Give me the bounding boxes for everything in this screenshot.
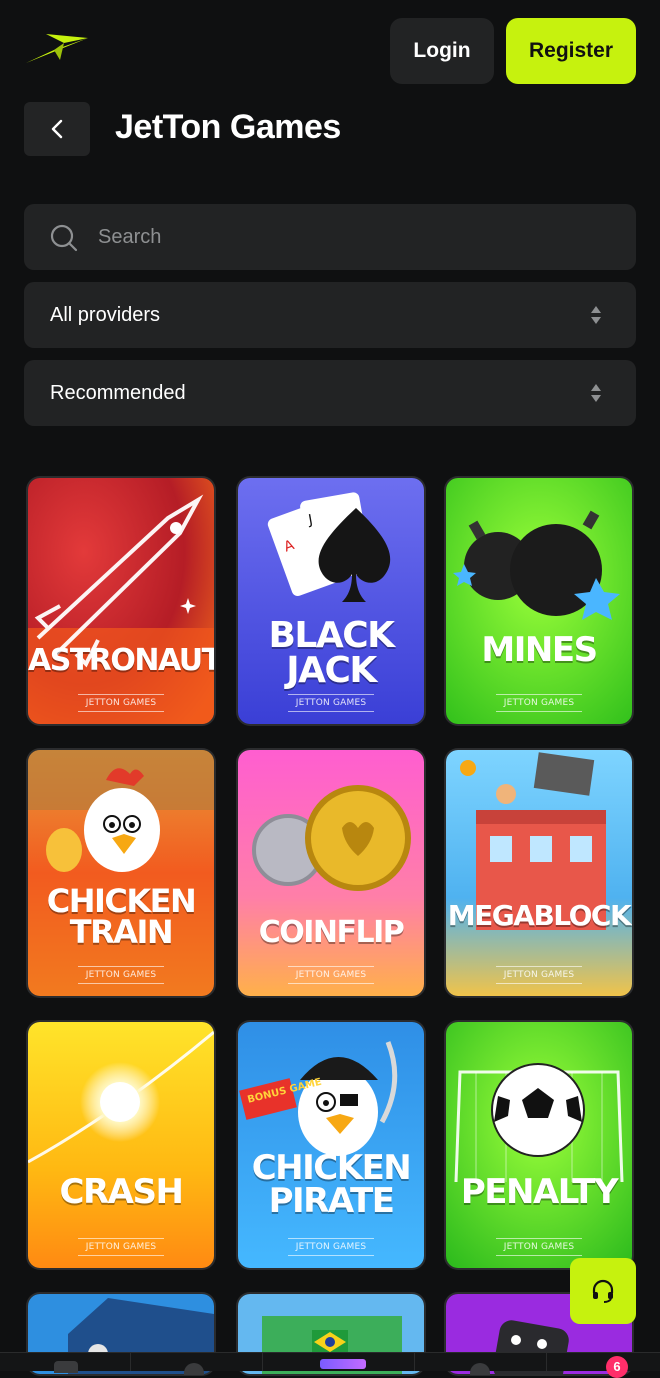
game-card-chicken-pirate[interactable]: BONUS GAME CHICKEN PIRATE JETTON GAMES xyxy=(238,1022,424,1268)
register-button[interactable]: Register xyxy=(506,18,636,84)
search-input[interactable]: Search xyxy=(24,204,636,270)
bottom-navigation xyxy=(0,1352,660,1375)
chevron-left-icon xyxy=(51,119,63,139)
game-card-megablock[interactable]: MEGABLOCK JETTON GAMES xyxy=(446,750,632,996)
chicken-pirate-game-artwork: BONUS GAME xyxy=(238,1022,424,1268)
headset-icon xyxy=(592,1279,614,1303)
game-title: COINFLIP xyxy=(258,915,405,950)
game-title: CHICKEN TRAIN xyxy=(46,882,197,952)
provider-label: JETTON GAMES xyxy=(496,694,582,712)
provider-select-value: All providers xyxy=(50,304,161,326)
game-title: BLACK JACK xyxy=(268,615,395,692)
game-title: PENALTY xyxy=(460,1172,619,1212)
notification-badge: 6 xyxy=(606,1356,628,1378)
provider-select[interactable]: All providers xyxy=(24,282,636,348)
astronaut-game-artwork xyxy=(28,478,214,724)
game-title: ASTRONAUT xyxy=(28,643,214,678)
provider-label: JETTON GAMES xyxy=(78,694,164,712)
game-card-crash[interactable]: CRASH JETTON GAMES xyxy=(28,1022,214,1268)
game-title: MEGABLOCK xyxy=(447,899,632,932)
search-icon xyxy=(50,224,78,252)
chicken-train-game-artwork xyxy=(28,750,214,996)
search-placeholder: Search xyxy=(98,226,162,248)
login-button[interactable]: Login xyxy=(390,18,494,84)
sort-select[interactable]: Recommended xyxy=(24,360,636,426)
nav-icon[interactable] xyxy=(184,1363,204,1375)
game-card-penalty[interactable]: PENALTY JETTON GAMES xyxy=(446,1022,632,1268)
sort-arrows-icon xyxy=(591,384,601,402)
provider-label: JETTON GAMES xyxy=(496,1238,582,1256)
provider-label: JETTON GAMES xyxy=(288,966,374,984)
megablock-game-artwork xyxy=(446,750,632,996)
nav-icon[interactable] xyxy=(470,1363,490,1375)
game-title: CHICKEN PIRATE xyxy=(251,1148,412,1222)
provider-label: JETTON GAMES xyxy=(496,966,582,984)
back-button[interactable] xyxy=(24,102,90,156)
game-card-astronaut[interactable]: ASTRONAUT JETTON GAMES xyxy=(28,478,214,724)
provider-label: JETTON GAMES xyxy=(78,966,164,984)
provider-label: JETTON GAMES xyxy=(288,1238,374,1256)
game-card-blackjack[interactable]: A J BLACK JACK JETTON GAMES xyxy=(238,478,424,724)
penalty-game-artwork xyxy=(446,1022,632,1268)
crash-game-artwork xyxy=(28,1022,214,1268)
top-header: Login Register xyxy=(0,0,660,100)
sort-select-value: Recommended xyxy=(50,382,186,404)
game-card-coinflip[interactable]: COINFLIP JETTON GAMES xyxy=(238,750,424,996)
game-card-chicken-train[interactable]: CHICKEN TRAIN JETTON GAMES xyxy=(28,750,214,996)
page-title: JetTon Games xyxy=(115,108,341,146)
nav-icon[interactable] xyxy=(54,1361,78,1373)
provider-label: JETTON GAMES xyxy=(288,694,374,712)
nav-logo-icon[interactable] xyxy=(320,1359,366,1369)
mines-game-artwork xyxy=(446,478,632,724)
jetton-logo-icon[interactable] xyxy=(24,30,90,66)
provider-label: JETTON GAMES xyxy=(78,1238,164,1256)
game-title: CRASH xyxy=(59,1172,184,1212)
coinflip-game-artwork xyxy=(238,750,424,996)
support-chat-button[interactable] xyxy=(570,1258,636,1324)
game-title: MINES xyxy=(481,630,598,670)
sort-arrows-icon xyxy=(591,306,601,324)
game-card-mines[interactable]: MINES JETTON GAMES xyxy=(446,478,632,724)
